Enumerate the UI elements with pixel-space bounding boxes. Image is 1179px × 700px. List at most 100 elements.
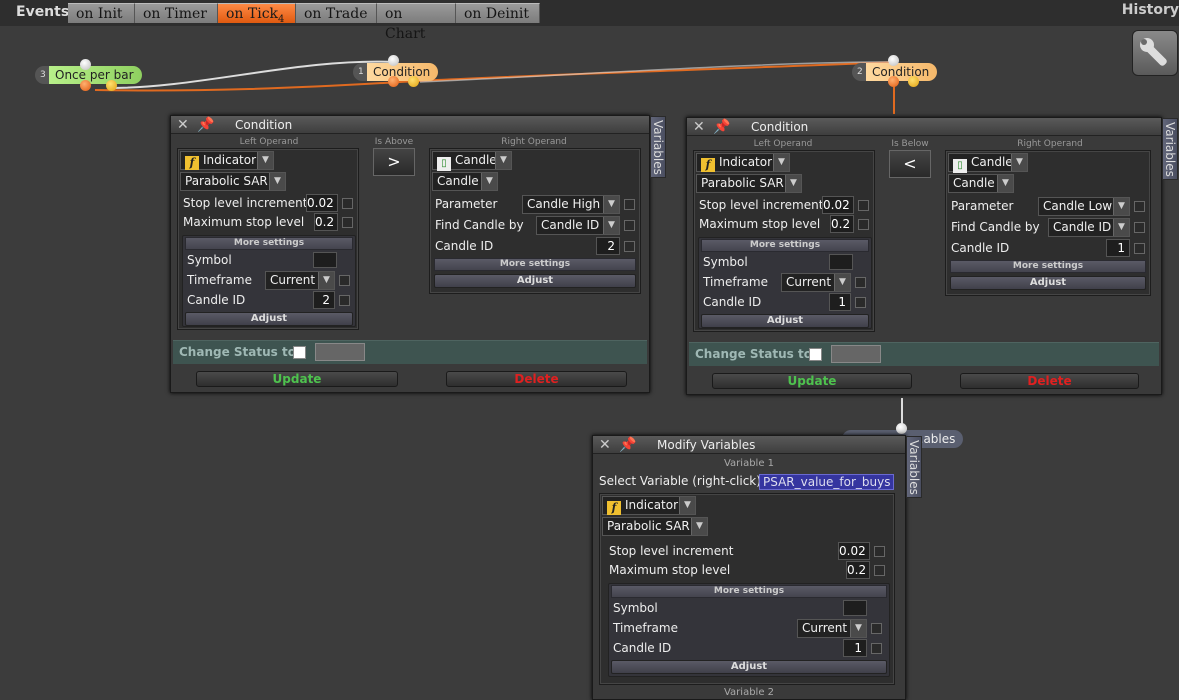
param-value-field[interactable]: 0.2	[314, 213, 338, 231]
adjust-button[interactable]: Adjust	[950, 276, 1146, 290]
node-output-dot[interactable]	[908, 76, 919, 87]
parameter-dropdown[interactable]: Candle High ▼	[522, 195, 620, 214]
delete-button[interactable]: Delete	[960, 373, 1139, 389]
operator-button[interactable]: >	[373, 148, 415, 176]
candle-id-checkbox[interactable]	[624, 241, 635, 252]
node-output-dot[interactable]	[408, 76, 419, 87]
candle-id-checkbox[interactable]	[1134, 243, 1145, 254]
node-input-dot[interactable]	[896, 423, 907, 434]
variable-value-operand: f Indicator ▼ Parabolic SAR ▼ Stop level …	[599, 493, 895, 685]
timeframe-checkbox[interactable]	[855, 277, 866, 288]
panel-header[interactable]: ✕ 📌 Modify Variables	[593, 436, 905, 454]
operand-type-dropdown[interactable]: f Indicator ▼	[602, 496, 696, 515]
candle-id-field[interactable]: 2	[313, 291, 335, 309]
node-output-dot[interactable]	[388, 76, 399, 87]
param-checkbox[interactable]	[874, 565, 885, 576]
selected-variable-field[interactable]: PSAR_value_for_buys	[759, 474, 895, 490]
param-value-field[interactable]: 0.02	[306, 194, 338, 212]
panel-title: Modify Variables	[657, 438, 756, 452]
candle-source-dropdown[interactable]: Candle ▼	[432, 172, 498, 191]
close-icon[interactable]: ✕	[599, 437, 611, 453]
operand-type-dropdown[interactable]: f Indicator ▼	[180, 151, 274, 170]
candle-id-field[interactable]: 1	[843, 639, 867, 657]
parameter-checkbox[interactable]	[624, 199, 635, 210]
candle-id-checkbox[interactable]	[339, 295, 350, 306]
timeframe-checkbox[interactable]	[871, 623, 882, 634]
find-by-checkbox[interactable]	[1134, 222, 1145, 233]
param-checkbox[interactable]	[874, 546, 885, 557]
parameter-checkbox[interactable]	[1134, 201, 1145, 212]
update-button[interactable]: Update	[712, 373, 912, 389]
adjust-button[interactable]: Adjust	[611, 660, 887, 674]
candle-id-field[interactable]: 1	[1106, 239, 1130, 257]
find-by-dropdown[interactable]: Candle ID ▼	[536, 216, 620, 235]
timeframe-dropdown[interactable]: Current ▼	[265, 271, 335, 290]
param-checkbox[interactable]	[858, 219, 869, 230]
candle-id-checkbox[interactable]	[855, 297, 866, 308]
param-checkbox[interactable]	[342, 198, 353, 209]
indicator-dropdown[interactable]: Parabolic SAR ▼	[602, 517, 708, 536]
variables-side-tab[interactable]: Variables	[650, 116, 666, 178]
status-field[interactable]	[831, 345, 881, 363]
variables-side-tab[interactable]: Variables	[906, 436, 922, 498]
find-by-dropdown[interactable]: Candle ID ▼	[1048, 218, 1130, 237]
candle-id-checkbox[interactable]	[871, 643, 882, 654]
more-settings-toggle[interactable]: More settings	[434, 258, 636, 271]
pin-icon[interactable]: 📌	[713, 118, 730, 136]
symbol-field[interactable]	[843, 600, 867, 616]
node-output-dot[interactable]	[888, 76, 899, 87]
pin-icon[interactable]: 📌	[197, 116, 214, 134]
node-output-dot[interactable]	[80, 80, 91, 91]
param-value-field[interactable]: 0.02	[838, 542, 870, 560]
change-status-checkbox[interactable]	[293, 346, 306, 359]
more-settings-toggle[interactable]: More settings	[185, 237, 353, 250]
indicator-dropdown[interactable]: Parabolic SAR ▼	[696, 174, 802, 193]
find-by-checkbox[interactable]	[624, 220, 635, 231]
indicator-dropdown[interactable]: Parabolic SAR ▼	[180, 172, 286, 191]
operand-type-dropdown[interactable]: f Indicator ▼	[696, 153, 790, 172]
adjust-button[interactable]: Adjust	[434, 274, 636, 288]
param-value-field[interactable]: 0.2	[846, 561, 870, 579]
timeframe-dropdown[interactable]: Current ▼	[797, 619, 867, 638]
select-variable-label: Select Variable (right-click)	[599, 474, 761, 488]
timeframe-dropdown[interactable]: Current ▼	[781, 273, 851, 292]
update-button[interactable]: Update	[196, 371, 398, 387]
node-output-dot[interactable]	[106, 80, 117, 91]
timeframe-checkbox[interactable]	[339, 275, 350, 286]
candle-id-label: Candle ID	[703, 295, 762, 309]
operand-type-dropdown[interactable]: ▯ Candle ▼	[432, 151, 512, 171]
candle-id-label: Candle ID	[951, 241, 1010, 255]
chevron-down-icon: ▼	[691, 518, 707, 535]
param-value-field[interactable]: 0.02	[822, 196, 854, 214]
delete-button[interactable]: Delete	[446, 371, 627, 387]
adjust-button[interactable]: Adjust	[185, 312, 353, 326]
modify-variables-panel: ✕ 📌 Modify Variables Variables Variable …	[592, 435, 922, 700]
pin-icon[interactable]: 📌	[619, 436, 636, 454]
symbol-field[interactable]	[829, 254, 853, 270]
close-icon[interactable]: ✕	[177, 117, 189, 133]
param-checkbox[interactable]	[858, 200, 869, 211]
candle-id-field[interactable]: 2	[596, 237, 620, 255]
param-value-field[interactable]: 0.2	[830, 215, 854, 233]
more-settings-toggle[interactable]: More settings	[950, 260, 1146, 273]
operand-type-dropdown[interactable]: ▯ Candle ▼	[948, 153, 1028, 173]
node-input-dot[interactable]	[80, 59, 91, 70]
panel-header[interactable]: ✕ 📌 Condition	[687, 118, 1161, 136]
symbol-field[interactable]	[313, 252, 337, 268]
candle-source-dropdown[interactable]: Candle ▼	[948, 174, 1014, 193]
candle-id-field[interactable]: 1	[829, 293, 851, 311]
param-checkbox[interactable]	[342, 217, 353, 228]
node-input-dot[interactable]	[888, 55, 899, 66]
change-status-checkbox[interactable]	[809, 348, 822, 361]
status-field[interactable]	[315, 343, 365, 361]
indicator-icon: f	[701, 158, 715, 172]
close-icon[interactable]: ✕	[693, 119, 705, 135]
more-settings-toggle[interactable]: More settings	[701, 239, 869, 252]
panel-header[interactable]: ✕ 📌 Condition	[171, 116, 649, 134]
node-input-dot[interactable]	[388, 55, 399, 66]
variables-side-tab[interactable]: Variables	[1162, 118, 1178, 180]
operator-button[interactable]: <	[889, 150, 931, 178]
more-settings-toggle[interactable]: More settings	[611, 585, 887, 598]
adjust-button[interactable]: Adjust	[701, 314, 869, 328]
parameter-dropdown[interactable]: Candle Low ▼	[1038, 197, 1130, 216]
